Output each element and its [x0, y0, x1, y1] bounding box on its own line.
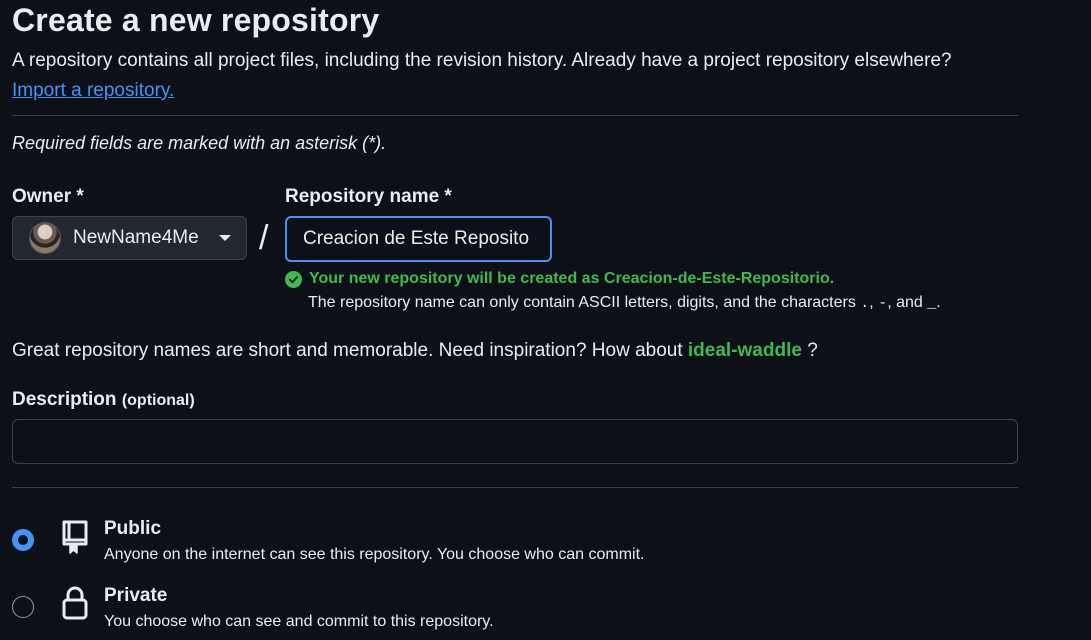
page-title: Create a new repository	[12, 2, 380, 38]
rule-end: .	[936, 294, 941, 311]
private-title: Private	[104, 585, 168, 606]
repository-name-label: Repository name *	[285, 186, 452, 207]
public-title: Public	[104, 518, 162, 539]
name-inspiration: Great repository names are short and mem…	[12, 340, 818, 362]
description-label-text: Description	[12, 389, 117, 410]
public-radio[interactable]	[12, 529, 34, 551]
required-fields-note: Required fields are marked with an aster…	[12, 133, 387, 153]
owner-label: Owner *	[12, 186, 84, 207]
owner-dropdown[interactable]: NewName4Me	[12, 216, 247, 260]
rule-char-dot: .	[860, 295, 870, 312]
rule-separator: ,	[869, 294, 879, 311]
divider	[12, 115, 1018, 116]
repository-name-valid-message: Your new repository will be created as C…	[285, 270, 834, 288]
owner-name: NewName4Me	[73, 227, 199, 248]
page-subtitle: A repository contains all project files,…	[12, 50, 952, 71]
optional-tag: (optional)	[121, 392, 195, 409]
caret-down-icon	[219, 235, 231, 241]
rule-separator: , and	[887, 294, 928, 311]
description-label: Description (optional)	[12, 389, 195, 411]
private-radio[interactable]	[12, 596, 34, 618]
divider	[12, 487, 1018, 488]
private-description: You choose who can see and commit to thi…	[104, 613, 494, 630]
lock-icon	[60, 584, 90, 627]
import-repository-link[interactable]: Import a repository.	[12, 80, 174, 102]
description-input[interactable]	[12, 419, 1018, 464]
owner-repo-separator: /	[259, 219, 269, 257]
valid-message-text: Your new repository will be created as C…	[309, 270, 835, 287]
inspiration-suffix: ?	[801, 340, 818, 361]
suggested-name-link[interactable]: ideal-waddle	[688, 340, 802, 361]
repo-icon	[58, 518, 92, 561]
rules-text: The repository name can only contain ASC…	[308, 294, 861, 311]
rule-char-hyphen: -	[878, 295, 888, 312]
rule-char-underscore: _	[927, 295, 937, 312]
repository-name-input[interactable]	[285, 216, 552, 262]
check-circle-icon	[285, 270, 302, 288]
repository-name-rules: The repository name can only contain ASC…	[308, 294, 941, 312]
owner-avatar	[29, 222, 61, 254]
public-description: Anyone on the internet can see this repo…	[104, 546, 645, 563]
inspiration-text: Great repository names are short and mem…	[12, 340, 688, 361]
